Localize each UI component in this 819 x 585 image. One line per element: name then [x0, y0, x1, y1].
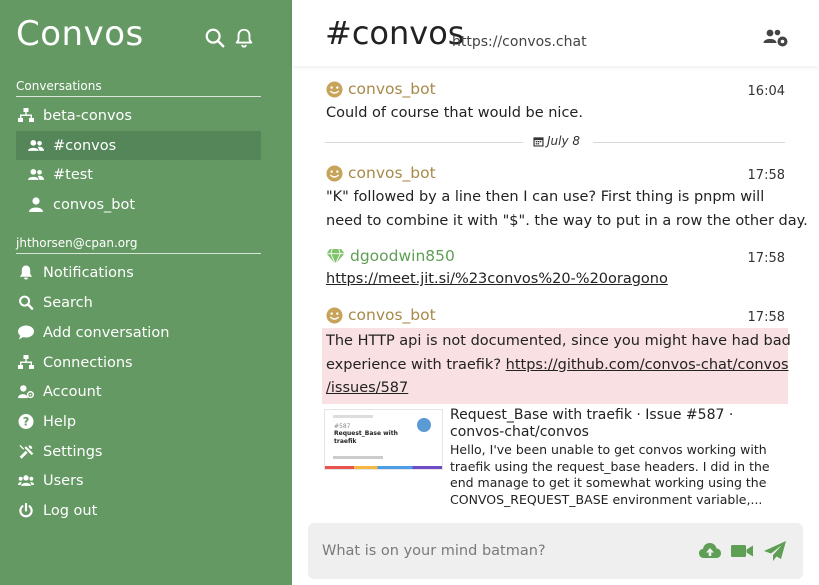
message-text-line: The HTTP api is not documented, since yo… [326, 333, 791, 349]
menu-label: Connections [43, 354, 133, 371]
question-circle-icon: ? [16, 414, 36, 430]
app-logo[interactable]: Convos [16, 14, 144, 54]
author-name: convos_bot [348, 306, 436, 324]
users-icon [26, 167, 46, 183]
menu-users[interactable]: Users [16, 466, 261, 495]
user-icon [26, 197, 46, 213]
separator-line [593, 142, 785, 143]
users-icon [26, 138, 46, 154]
menu-help[interactable]: ? Help [16, 407, 261, 436]
search-icon [16, 295, 36, 311]
conversation-label: convos_bot [53, 196, 136, 213]
link-preview[interactable]: #587 Request_Base with traefik Request_B… [324, 407, 784, 507]
menu-label: Add conversation [43, 324, 170, 341]
day-separator: July 8 [325, 133, 785, 151]
thumb-title: Request_Base with traefik [334, 430, 398, 445]
message-text-line: experience with traefik? https://github.… [326, 354, 791, 378]
day-separator-text: July 8 [547, 134, 581, 148]
conversation-title: #convos [325, 14, 465, 52]
message-text-line: /issues/587 [326, 377, 791, 401]
menu-label: Settings [43, 443, 103, 460]
menu-account[interactable]: Account [16, 377, 261, 406]
conversations-heading: Conversations [16, 79, 261, 97]
svg-text:?: ? [23, 416, 30, 429]
message-time: 17:58 [747, 310, 785, 325]
menu-label: Log out [43, 502, 98, 519]
menu-label: Users [43, 472, 84, 489]
conversation-test[interactable]: #test [16, 160, 261, 189]
message-text: "K" followed by a line then I can use? F… [326, 186, 808, 233]
smiley-avatar-icon [326, 164, 343, 182]
conversation-convos[interactable]: #convos [16, 131, 261, 160]
message-author[interactable]: convos_bot [326, 164, 436, 182]
menu-add-conversation[interactable]: Add conversation [16, 318, 261, 347]
video-icon[interactable] [730, 540, 754, 562]
author-name: convos_bot [348, 164, 436, 182]
message-time: 17:58 [747, 168, 785, 183]
preview-title[interactable]: Request_Base with traefik · Issue #587 ·… [450, 407, 784, 441]
account-heading: jhthorsen@cpan.org [16, 236, 261, 254]
author-name: dgoodwin850 [350, 247, 455, 265]
conversation-header: #convos https://convos.chat [292, 0, 819, 66]
message-time: 16:04 [747, 84, 785, 99]
message-text: Could of course that would be nice. [326, 105, 583, 121]
preview-description: Hello, I've been unable to get convos wo… [450, 442, 770, 507]
message-time: 17:58 [747, 251, 785, 266]
author-name: convos_bot [348, 80, 436, 98]
message-text-line: "K" followed by a line then I can use? F… [326, 189, 765, 205]
preview-thumbnail[interactable]: #587 Request_Base with traefik [324, 409, 443, 470]
message-link[interactable]: https://github.com/convos-chat/convos [506, 357, 789, 373]
network-icon [16, 108, 36, 124]
menu-label: Account [43, 383, 102, 400]
upload-icon[interactable] [698, 540, 722, 562]
conversation-label: #convos [53, 137, 117, 154]
menu-search[interactable]: Search [16, 288, 261, 317]
menu-label: Notifications [43, 264, 134, 281]
menu-settings[interactable]: Settings [16, 437, 261, 466]
conversation-label: #test [53, 166, 93, 183]
send-icon[interactable] [763, 540, 787, 562]
message-text: https://meet.jit.si/%23convos%20-%20orag… [326, 268, 668, 292]
sidebar: Convos Conversations beta-convos #convos… [0, 0, 292, 585]
separator-line [325, 142, 523, 143]
tools-icon [16, 444, 36, 460]
conversation-convos-bot[interactable]: convos_bot [16, 190, 261, 219]
thumb-issue-number: #587 [334, 423, 351, 430]
bell-icon [16, 265, 36, 281]
network-icon [16, 355, 36, 371]
message-text-line: need to combine it with "$". the way to … [326, 212, 808, 229]
calendar-icon [533, 136, 544, 147]
user-cog-icon [16, 384, 36, 400]
message-text: The HTTP api is not documented, since yo… [326, 330, 791, 401]
message-author[interactable]: convos_bot [326, 80, 436, 98]
menu-label: Help [43, 413, 77, 430]
message-input[interactable] [322, 535, 682, 567]
search-icon[interactable] [204, 27, 226, 49]
menu-notifications[interactable]: Notifications [16, 258, 261, 287]
day-separator-label: July 8 [533, 134, 580, 148]
users-icon [16, 473, 36, 489]
menu-label: Search [43, 294, 93, 311]
participants-settings-icon[interactable] [763, 28, 789, 48]
bell-icon[interactable] [233, 27, 255, 49]
connection-beta-convos[interactable]: beta-convos [16, 101, 261, 130]
smiley-avatar-icon [326, 306, 343, 324]
smiley-avatar-icon [326, 80, 343, 98]
message-link[interactable]: https://meet.jit.si/%23convos%20-%20orag… [326, 271, 668, 287]
message-link[interactable]: /issues/587 [326, 380, 408, 396]
message-author[interactable]: dgoodwin850 [326, 247, 455, 265]
comment-icon [16, 325, 36, 341]
message-text-fragment: experience with traefik? [326, 356, 506, 373]
menu-log-out[interactable]: Log out [16, 496, 261, 525]
message-author[interactable]: convos_bot [326, 306, 436, 324]
conversation-topic: https://convos.chat [452, 34, 587, 50]
power-icon [16, 503, 36, 519]
connection-label: beta-convos [43, 107, 132, 124]
message-composer [308, 523, 803, 579]
diamond-avatar-icon [326, 248, 345, 265]
menu-connections[interactable]: Connections [16, 348, 261, 377]
